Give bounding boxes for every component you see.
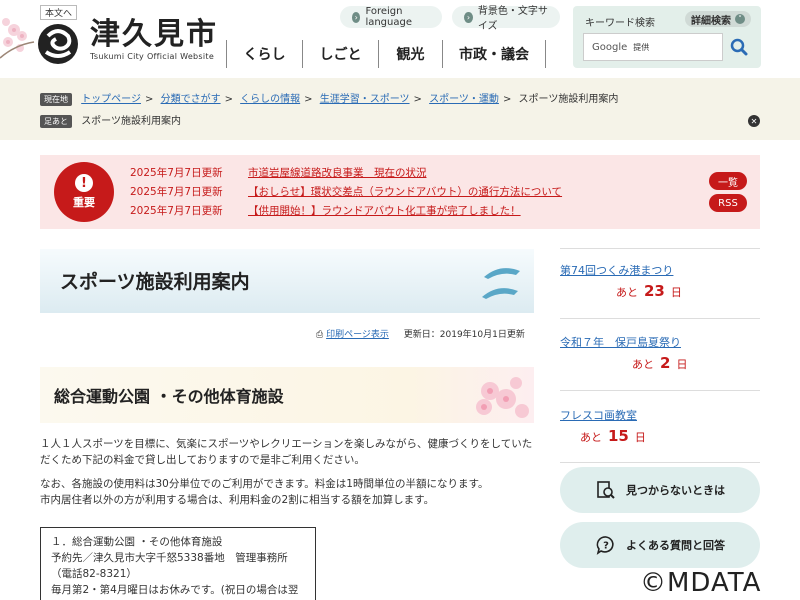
updated-date: 更新日：2019年10月1日更新 xyxy=(403,330,525,340)
footprint: 足あと スポーツ施設利用案内 xyxy=(40,112,181,128)
section-heading: 総合運動公園 ・その他体育施設 xyxy=(54,387,284,406)
google-label: Google xyxy=(592,41,628,53)
search-label: キーワード検索 xyxy=(585,18,655,29)
notice-item: 2025年7月7日更新 【供用開始！】ラウンドアバウト化工事が完了しました！ xyxy=(130,203,521,218)
info-line: １．総合運動公園 ・その他体育施設 xyxy=(51,536,223,548)
printer-icon: ⎙ xyxy=(316,330,324,340)
notice-date: 2025年7月7日更新 xyxy=(130,167,223,179)
event-link[interactable]: フレスコ画教室 xyxy=(560,407,760,423)
breadcrumb-sports[interactable]: スポーツ・運動 xyxy=(429,94,499,105)
body-paragraph: なお、各施設の使用料は30分単位でのご利用ができます。料金は1時間単位の半額にな… xyxy=(40,478,489,490)
important-badge: ! 重要 xyxy=(54,162,114,222)
svg-text:?: ? xyxy=(603,541,609,552)
breadcrumb-lifelong[interactable]: 生涯学習・スポーツ xyxy=(320,94,410,105)
chevron-right-icon: › xyxy=(464,11,473,23)
body-paragraph: １人１人スポーツを目標に、気楽にスポーツやレクリエーションを楽しみながら、健康づ… xyxy=(40,438,533,466)
current-location-tag: 現在地 xyxy=(40,93,72,106)
search-button[interactable] xyxy=(725,33,753,61)
city-logo-icon[interactable] xyxy=(36,22,80,66)
event-countdown: 令和７年 保戸島夏祭り あと 2 日 xyxy=(560,334,760,372)
site-header: 本文へ 津久見市 Tsukumi City Official Website ›… xyxy=(0,0,800,78)
notice-link[interactable]: 市道岩屋線道路改良事業 現在の状況 xyxy=(248,167,427,179)
event-countdown: 第74回つくみ港まつり あと 23 日 xyxy=(560,262,760,300)
search-input[interactable]: Google 提供 xyxy=(583,33,723,61)
footprint-item[interactable]: スポーツ施設利用案内 xyxy=(81,116,181,127)
page-title: スポーツ施設利用案内 xyxy=(60,271,250,293)
close-icon[interactable]: ✕ xyxy=(748,115,760,127)
event-days-left: あと 15 日 xyxy=(580,427,646,445)
page-title-bar: スポーツ施設利用案内 xyxy=(40,249,534,313)
provided-label: 提供 xyxy=(633,42,650,52)
foreign-language-label: Foreign language xyxy=(365,6,412,28)
divider xyxy=(560,318,760,319)
event-link[interactable]: 第74回つくみ港まつり xyxy=(560,262,760,278)
faq-label: よくある質問と回答 xyxy=(626,539,725,552)
divider xyxy=(560,248,760,249)
breadcrumb-top[interactable]: トップページ xyxy=(81,94,141,105)
important-label: 重要 xyxy=(73,196,95,209)
notice-list-button[interactable]: 一覧 xyxy=(709,172,747,190)
event-countdown: フレスコ画教室 あと 15 日 xyxy=(560,407,760,445)
notice-item: 2025年7月7日更新 市道岩屋線道路改良事業 現在の状況 xyxy=(130,165,427,180)
notice-date: 2025年7月7日更新 xyxy=(130,186,223,198)
foreign-language-button[interactable]: › Foreign language xyxy=(340,6,442,28)
chevron-down-icon: ˅ xyxy=(735,14,745,24)
help-not-found-button[interactable]: 見つからないときは xyxy=(560,467,760,513)
section-heading-bar: 総合運動公園 ・その他体育施設 xyxy=(40,367,534,423)
site-subtitle: Tsukumi City Official Website xyxy=(90,52,215,61)
keyword-search: キーワード検索 詳細検索 ˅ Google 提供 xyxy=(573,6,761,68)
facility-info-box: １．総合運動公園 ・その他体育施設 予約先／津久見市大字千怒5338番地 管理事… xyxy=(40,527,316,600)
divider xyxy=(560,462,760,463)
nav-kanko[interactable]: 観光 xyxy=(378,40,442,68)
divider xyxy=(560,390,760,391)
nav-shigoto[interactable]: しごと xyxy=(302,40,378,68)
advanced-search-button[interactable]: 詳細検索 ˅ xyxy=(685,11,751,27)
breadcrumb-living[interactable]: くらしの情報 xyxy=(240,94,300,105)
info-line: 予約先／津久見市大字千怒5338番地 管理事務所（電話82-8321） xyxy=(51,552,288,580)
event-link[interactable]: 令和７年 保戸島夏祭り xyxy=(560,334,760,350)
global-nav: くらし しごと 観光 市政・議会 xyxy=(226,40,546,68)
print-page-link[interactable]: 印刷ページ表示 xyxy=(326,330,389,340)
dolphin-icon xyxy=(482,268,520,299)
body-paragraph: 市内居住者以外の方が利用する場合は、利用料金の2割に相当する額を加算します。 xyxy=(40,494,435,506)
bg-text-size-label: 背景色・文字サイズ xyxy=(477,6,548,32)
skip-to-content-link[interactable]: 本文へ xyxy=(40,5,78,20)
nav-kurashi[interactable]: くらし xyxy=(226,40,302,68)
cherry-blossom-decoration xyxy=(476,377,529,418)
site-name[interactable]: 津久見市 xyxy=(90,18,218,52)
important-notice: ! 重要 2025年7月7日更新 市道岩屋線道路改良事業 現在の状況 2025年7… xyxy=(40,155,760,229)
notice-date: 2025年7月7日更新 xyxy=(130,205,223,217)
event-days-left: あと 23 日 xyxy=(616,282,682,300)
breadcrumb-category[interactable]: 分類でさがす xyxy=(161,94,221,105)
watermark: ©MDATA xyxy=(640,568,762,598)
faq-button[interactable]: ? よくある質問と回答 xyxy=(560,522,760,568)
nav-shisei[interactable]: 市政・議会 xyxy=(442,40,546,68)
bg-text-size-button[interactable]: › 背景色・文字サイズ xyxy=(452,6,560,32)
breadcrumb-bar: 現在地 トップページ > 分類でさがす > くらしの情報 > 生涯学習・スポーツ > ス… xyxy=(0,78,800,140)
exclamation-icon: ! xyxy=(75,174,93,192)
rss-button[interactable]: RSS xyxy=(709,194,747,212)
question-bubble-icon: ? xyxy=(596,536,614,555)
footprint-tag: 足あと xyxy=(40,115,72,128)
info-line: 毎月第2・第4月曜日はお休みです。(祝日の場合は翌日にお休みです) xyxy=(51,584,299,596)
notice-link[interactable]: 【供用開始！】ラウンドアバウト化工事が完了しました！ xyxy=(248,205,521,217)
notice-link[interactable]: 【おしらせ】環状交差点（ラウンドアバウト）の通行方法について xyxy=(248,186,562,198)
notice-item: 2025年7月7日更新 【おしらせ】環状交差点（ラウンドアバウト）の通行方法につい… xyxy=(130,184,562,199)
breadcrumb-current: スポーツ施設利用案内 xyxy=(518,94,619,105)
cherry-blossom-decoration xyxy=(0,18,35,59)
advanced-search-label: 詳細検索 xyxy=(691,15,731,27)
search-icon xyxy=(730,38,748,56)
help-label: 見つからないときは xyxy=(626,484,725,497)
print-line: ⎙ 印刷ページ表示 更新日：2019年10月1日更新 xyxy=(316,327,525,340)
event-days-left: あと 2 日 xyxy=(632,354,688,372)
chevron-right-icon: › xyxy=(352,11,361,23)
breadcrumb: 現在地 トップページ > 分類でさがす > くらしの情報 > 生涯学習・スポーツ > ス… xyxy=(40,90,618,106)
document-search-icon xyxy=(597,481,615,499)
